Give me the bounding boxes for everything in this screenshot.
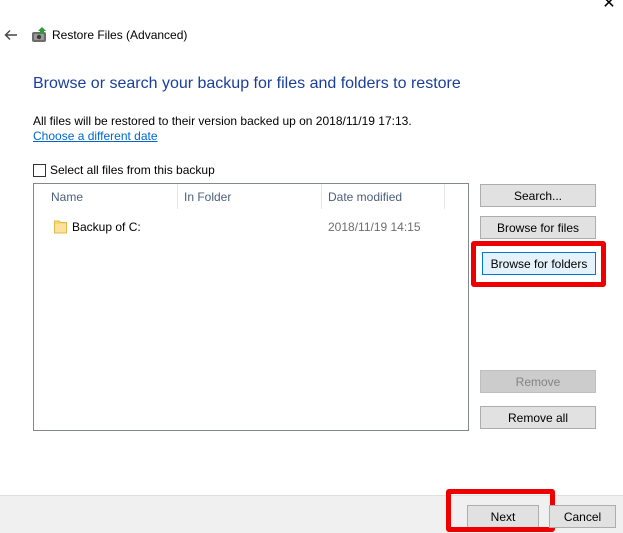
- select-all-checkbox[interactable]: [33, 163, 46, 177]
- list-item-name: Backup of C:: [72, 220, 141, 234]
- cancel-button[interactable]: Cancel: [549, 505, 616, 528]
- next-button-highlight: [446, 489, 555, 532]
- restore-files-icon: [31, 26, 49, 44]
- column-header-date-modified[interactable]: Date modified: [322, 184, 445, 209]
- folder-icon: [54, 219, 67, 234]
- list-item[interactable]: Backup of C: 2018/11/19 14:15: [34, 217, 468, 237]
- files-list: Name In Folder Date modified Backup of C…: [33, 183, 469, 431]
- window-title: Restore Files (Advanced): [52, 28, 188, 42]
- choose-different-date-link[interactable]: Choose a different date: [33, 129, 158, 143]
- list-header: Name In Folder Date modified: [34, 184, 468, 209]
- browse-for-files-button[interactable]: Browse for files: [480, 216, 596, 239]
- select-all-label: Select all files from this backup: [50, 163, 215, 177]
- close-icon[interactable]: ✕: [601, 0, 617, 12]
- restore-version-info: All files will be restored to their vers…: [33, 114, 412, 128]
- restore-files-window: ✕ Restore Files (Advanced) Browse or sea…: [0, 0, 623, 533]
- remove-all-button[interactable]: Remove all: [480, 406, 596, 429]
- column-header-filler: [445, 184, 468, 209]
- column-header-name[interactable]: Name: [34, 184, 178, 209]
- list-item-date-modified: 2018/11/19 14:15: [328, 220, 421, 234]
- search-button[interactable]: Search...: [480, 184, 596, 207]
- select-all-option[interactable]: Select all files from this backup: [33, 163, 215, 177]
- column-header-in-folder[interactable]: In Folder: [178, 184, 322, 209]
- back-arrow-icon[interactable]: [3, 27, 19, 43]
- remove-button[interactable]: Remove: [480, 370, 596, 393]
- browse-for-folders-highlight: [471, 241, 606, 287]
- page-heading: Browse or search your backup for files a…: [33, 75, 461, 92]
